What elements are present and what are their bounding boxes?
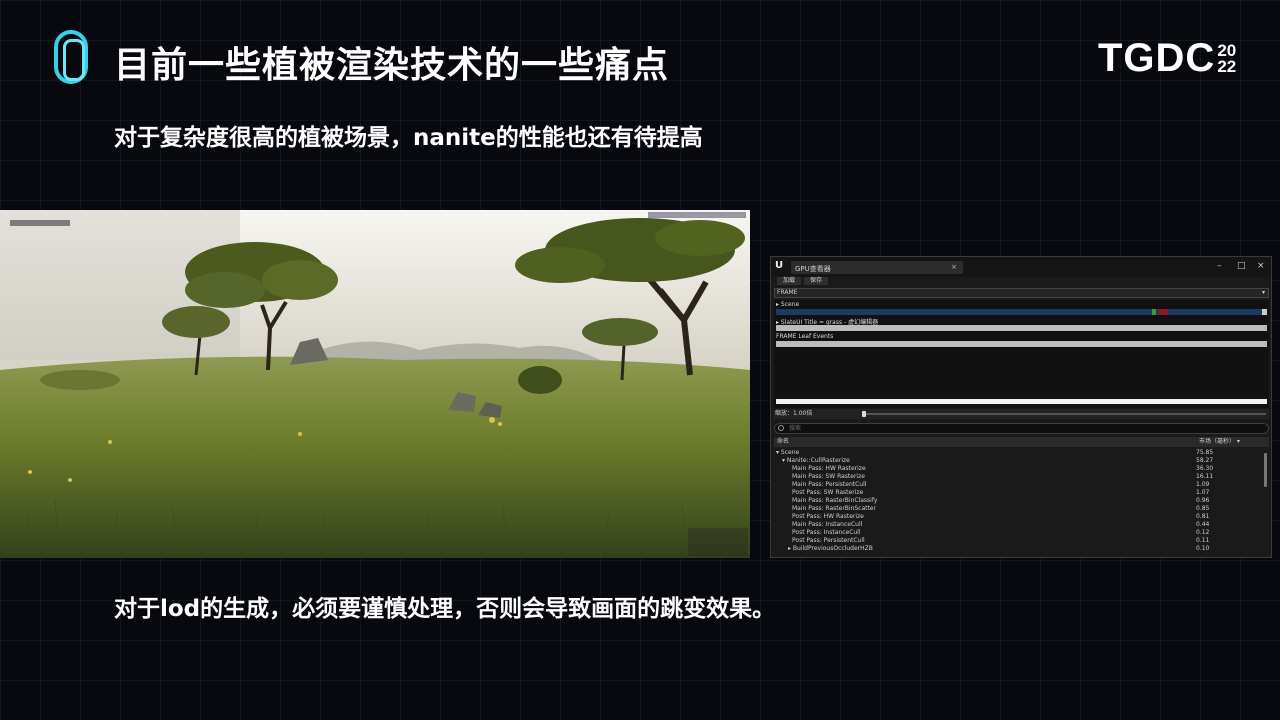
table-row[interactable]: Main Pass: RasterBinClassify 0.96 (774, 497, 1260, 505)
stats-table: ▾ Scene 75.85 ▾ Nanite::CullRasterize 58.2… (774, 449, 1260, 553)
timeline-frame-leaf-label: FRAME Leaf Events (776, 333, 834, 340)
stats-table-header: 命名 市场（毫秒） ▾ (774, 437, 1269, 447)
zoom-slider[interactable] (862, 411, 1266, 417)
window-titlebar: U GPU查看器 × – □ × (771, 257, 1271, 277)
tgdc-logo-year: 20 22 (1217, 42, 1237, 76)
tgdc-year-bottom: 22 (1217, 56, 1237, 76)
tab-gpu-visualizer[interactable]: GPU查看器 × (791, 261, 963, 274)
table-row[interactable]: Post Pass: InstanceCull 0.12 (774, 529, 1260, 537)
timeline-scroll-track[interactable] (776, 399, 1267, 404)
scene-illustration (0, 210, 750, 558)
table-row[interactable]: Post Pass: SW Rasterize 1.07 (774, 489, 1260, 497)
tab-close-icon[interactable]: × (951, 263, 957, 271)
zoom-slider-handle[interactable] (862, 411, 866, 417)
table-row[interactable]: Post Pass: PersistentCull 0.11 (774, 537, 1260, 545)
chevron-down-icon: ▾ (1261, 289, 1265, 296)
search-icon (778, 425, 784, 431)
timeline-scene-label: ▸ Scene (776, 301, 800, 308)
table-row[interactable]: Main Pass: SW Rasterize 16.11 (774, 473, 1260, 481)
profiler-toolbar: 加载 保存 (771, 277, 1271, 287)
timeline-slate-bar[interactable] (776, 325, 1267, 331)
event-logo-icon (54, 30, 88, 84)
vegetation-scene-screenshot (0, 210, 750, 558)
tab-label: GPU查看器 (795, 265, 831, 273)
zoom-row: 缩放：1.00倍 (774, 409, 1269, 419)
save-button[interactable]: 保存 (804, 277, 829, 285)
table-row[interactable]: Main Pass: RasterBinScatter 0.85 (774, 505, 1260, 513)
timeline-frame-leaf-bar[interactable] (776, 341, 1267, 347)
column-name-header[interactable]: 命名 (777, 437, 789, 447)
search-placeholder: 搜索 (789, 425, 802, 432)
unreal-engine-icon: U (775, 260, 784, 271)
gpu-visualizer-window: U GPU查看器 × – □ × 加载 保存 FRAME ▾ ▸ Scene ▸… (770, 256, 1272, 558)
search-input[interactable]: 搜索 (774, 423, 1269, 434)
slide-title: 目前一些植被渲染技术的一些痛点 (114, 45, 670, 86)
gpu-timeline[interactable]: ▸ Scene ▸ SlateUI Title = grass - 虚幻编辑器 … (774, 300, 1269, 408)
table-row[interactable]: Main Pass: PersistentCull 1.09 (774, 481, 1260, 489)
frame-dropdown-value: FRAME (777, 289, 798, 296)
tgdc-logo-text: TGDC (1098, 36, 1216, 80)
table-row[interactable]: ▾ Nanite::CullRasterize 58.27 (774, 457, 1260, 465)
table-row[interactable]: Main Pass: HW Rasterize 36.30 (774, 465, 1260, 473)
column-duration-header[interactable]: 市场（毫秒） ▾ (1199, 437, 1240, 447)
load-button[interactable]: 加载 (777, 277, 802, 285)
slide-subtitle: 对于复杂度很高的植被场景，nanite的性能也还有待提高 (114, 125, 703, 151)
table-row[interactable]: ▸ BuildPreviousOccluderHZB 0.10 (774, 545, 1260, 553)
maximize-button[interactable]: □ (1237, 261, 1246, 271)
table-row[interactable]: Post Pass: HW Rasterize 0.81 (774, 513, 1260, 521)
tgdc-logo: TGDC 20 22 (1098, 36, 1236, 81)
frame-dropdown[interactable]: FRAME ▾ (774, 288, 1269, 298)
zoom-label: 缩放：1.00倍 (775, 410, 813, 417)
table-row[interactable]: Main Pass: InstanceCull 0.44 (774, 521, 1260, 529)
table-scrollbar[interactable] (1264, 453, 1267, 487)
timeline-scene-bar[interactable] (776, 309, 1267, 315)
minimize-button[interactable]: – (1217, 261, 1222, 271)
close-window-button[interactable]: × (1257, 261, 1265, 271)
slide-bottom-text: 对于lod的生成，必须要谨慎处理，否则会导致画面的跳变效果。 (114, 596, 776, 622)
table-row[interactable]: ▾ Scene 75.85 (774, 449, 1260, 457)
